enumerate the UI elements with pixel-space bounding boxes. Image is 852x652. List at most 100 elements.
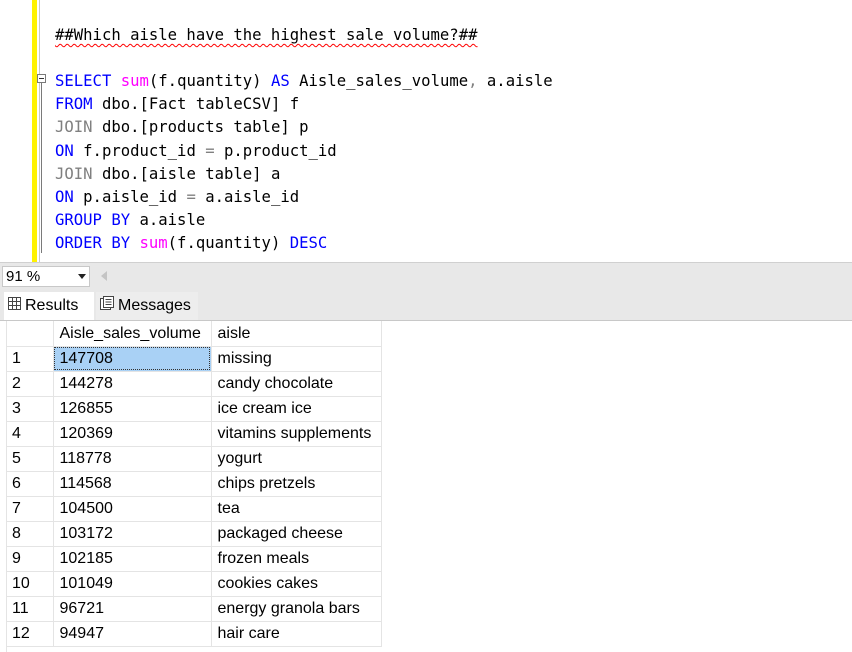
code-line-on-aisle[interactable]: ON p.aisle_id = a.aisle_id bbox=[55, 187, 299, 207]
keyword: GROUP BY bbox=[55, 211, 131, 229]
aisle-sales-volume-cell[interactable]: 94947 bbox=[53, 621, 212, 647]
aisle-sales-volume-cell[interactable]: 96721 bbox=[53, 596, 212, 622]
aisle-cell[interactable]: tea bbox=[211, 496, 382, 522]
aisle-sales-volume-cell[interactable]: 126855 bbox=[53, 396, 212, 422]
code-text: a.aisle_id bbox=[195, 188, 300, 206]
aisle-cell[interactable]: hair care bbox=[211, 621, 382, 647]
table-row[interactable]: 12 94947 hair care bbox=[6, 621, 382, 647]
row-number-cell[interactable]: 7 bbox=[6, 496, 54, 522]
aisle-cell[interactable]: vitamins supplements bbox=[211, 421, 382, 447]
table-row[interactable]: 3 126855 ice cream ice bbox=[6, 396, 382, 422]
aisle-cell[interactable]: energy granola bars bbox=[211, 596, 382, 622]
column-header-aisle-sales-volume[interactable]: Aisle_sales_volume bbox=[53, 321, 212, 347]
table-row[interactable]: 6 114568 chips pretzels bbox=[6, 471, 382, 497]
aisle-cell[interactable]: yogurt bbox=[211, 446, 382, 472]
code-comment-line[interactable]: ##Which aisle have the highest sale volu… bbox=[55, 25, 477, 45]
table-header-row: Aisle_sales_volume aisle bbox=[6, 321, 382, 347]
aisle-sales-volume-cell[interactable]: 147708 bbox=[53, 346, 212, 372]
code-text: Aisle_sales_volume bbox=[289, 72, 469, 90]
operator: , bbox=[468, 72, 478, 90]
tab-messages[interactable]: Messages bbox=[96, 292, 198, 320]
table-row[interactable]: 11 96721 energy granola bars bbox=[6, 596, 382, 622]
row-number-cell[interactable]: 3 bbox=[6, 396, 54, 422]
zoom-dropdown[interactable]: 91 % bbox=[2, 266, 90, 287]
aisle-sales-volume-cell[interactable]: 103172 bbox=[53, 521, 212, 547]
operator: = bbox=[186, 188, 196, 206]
row-number-cell[interactable]: 2 bbox=[6, 371, 54, 397]
aisle-sales-volume-cell[interactable]: 118778 bbox=[53, 446, 212, 472]
keyword: JOIN bbox=[55, 165, 93, 183]
aisle-cell[interactable]: missing bbox=[211, 346, 382, 372]
function-name: sum bbox=[139, 234, 168, 252]
table-row[interactable]: 5 118778 yogurt bbox=[6, 446, 382, 472]
table-row[interactable]: 8 103172 packaged cheese bbox=[6, 521, 382, 547]
aisle-cell[interactable]: candy chocolate bbox=[211, 371, 382, 397]
query-editor[interactable]: ##Which aisle have the highest sale volu… bbox=[0, 0, 852, 262]
aisle-sales-volume-cell[interactable]: 101049 bbox=[53, 571, 212, 597]
keyword: ON bbox=[55, 188, 74, 206]
table-row[interactable]: 4 120369 vitamins supplements bbox=[6, 421, 382, 447]
table-row[interactable]: 1 147708 missing bbox=[6, 346, 382, 372]
row-number-cell[interactable]: 8 bbox=[6, 521, 54, 547]
aisle-sales-volume-cell[interactable]: 144278 bbox=[53, 371, 212, 397]
code-text: dbo.[aisle table] a bbox=[92, 165, 281, 183]
code-line-select[interactable]: SELECT sum(f.quantity) AS Aisle_sales_vo… bbox=[55, 71, 553, 91]
aisle-cell[interactable]: chips pretzels bbox=[211, 471, 382, 497]
code-line-order-by[interactable]: ORDER BY sum(f.quantity) DESC bbox=[55, 233, 327, 253]
grid-icon bbox=[8, 292, 21, 320]
tab-results-label: Results bbox=[25, 297, 79, 315]
editor-gutter-divider bbox=[39, 0, 40, 262]
row-number-cell[interactable]: 10 bbox=[6, 571, 54, 597]
aisle-sales-volume-cell[interactable]: 104500 bbox=[53, 496, 212, 522]
comment-text: ##Which aisle have the highest sale volu… bbox=[55, 26, 478, 44]
code-text: f.product_id bbox=[73, 142, 206, 160]
column-header-aisle[interactable]: aisle bbox=[211, 321, 382, 347]
table-row[interactable]: 10 101049 cookies cakes bbox=[6, 571, 382, 597]
aisle-sales-volume-cell[interactable]: 114568 bbox=[53, 471, 212, 497]
code-line-group-by[interactable]: GROUP BY a.aisle bbox=[55, 210, 205, 230]
aisle-sales-volume-cell[interactable]: 120369 bbox=[53, 421, 212, 447]
table-row[interactable]: 7 104500 tea bbox=[6, 496, 382, 522]
keyword: JOIN bbox=[55, 118, 93, 136]
row-number-cell[interactable]: 11 bbox=[6, 596, 54, 622]
messages-icon bbox=[100, 292, 114, 320]
code-text: a.aisle bbox=[130, 211, 206, 229]
row-number-cell[interactable]: 12 bbox=[6, 621, 54, 647]
row-number-cell[interactable]: 6 bbox=[6, 471, 54, 497]
code-line-join-products[interactable]: JOIN dbo.[products table] p bbox=[55, 117, 309, 137]
row-number-cell[interactable]: 4 bbox=[6, 421, 54, 447]
keyword: ORDER BY bbox=[55, 234, 131, 252]
code-line-from[interactable]: FROM dbo.[Fact tableCSV] f bbox=[55, 94, 299, 114]
aisle-cell[interactable]: frozen meals bbox=[211, 546, 382, 572]
row-number-header[interactable] bbox=[6, 321, 54, 347]
row-number-cell[interactable]: 9 bbox=[6, 546, 54, 572]
code-text: (f.quantity) bbox=[148, 72, 271, 90]
tab-messages-label: Messages bbox=[118, 297, 191, 315]
tab-results[interactable]: Results bbox=[4, 292, 94, 320]
change-tracking-bar bbox=[32, 0, 37, 262]
code-line-on-product[interactable]: ON f.product_id = p.product_id bbox=[55, 141, 337, 161]
aisle-cell[interactable]: ice cream ice bbox=[211, 396, 382, 422]
scroll-left-icon[interactable] bbox=[101, 271, 107, 281]
row-number-cell[interactable]: 5 bbox=[6, 446, 54, 472]
code-text: (f.quantity) bbox=[167, 234, 290, 252]
zoom-bar: 91 % bbox=[0, 262, 852, 290]
code-text: p.aisle_id bbox=[73, 188, 187, 206]
table-row[interactable]: 9 102185 frozen meals bbox=[6, 546, 382, 572]
aisle-cell[interactable]: packaged cheese bbox=[211, 521, 382, 547]
results-tabs: Results Messages bbox=[0, 290, 852, 321]
table-row[interactable]: 2 144278 candy chocolate bbox=[6, 371, 382, 397]
code-text: a.aisle bbox=[477, 72, 553, 90]
keyword: SELECT bbox=[55, 72, 112, 90]
row-number-cell[interactable]: 1 bbox=[6, 346, 54, 372]
results-grid[interactable]: Aisle_sales_volume aisle 1 147708 missing 2… bbox=[0, 321, 852, 652]
chevron-down-icon bbox=[78, 274, 86, 279]
aisle-sales-volume-cell[interactable]: 102185 bbox=[53, 546, 212, 572]
aisle-cell[interactable]: cookies cakes bbox=[211, 571, 382, 597]
collapse-toggle-icon[interactable] bbox=[37, 74, 46, 83]
code-text: p.product_id bbox=[214, 142, 337, 160]
code-line-join-aisle[interactable]: JOIN dbo.[aisle table] a bbox=[55, 164, 280, 184]
code-text: dbo.[products table] p bbox=[92, 118, 309, 136]
